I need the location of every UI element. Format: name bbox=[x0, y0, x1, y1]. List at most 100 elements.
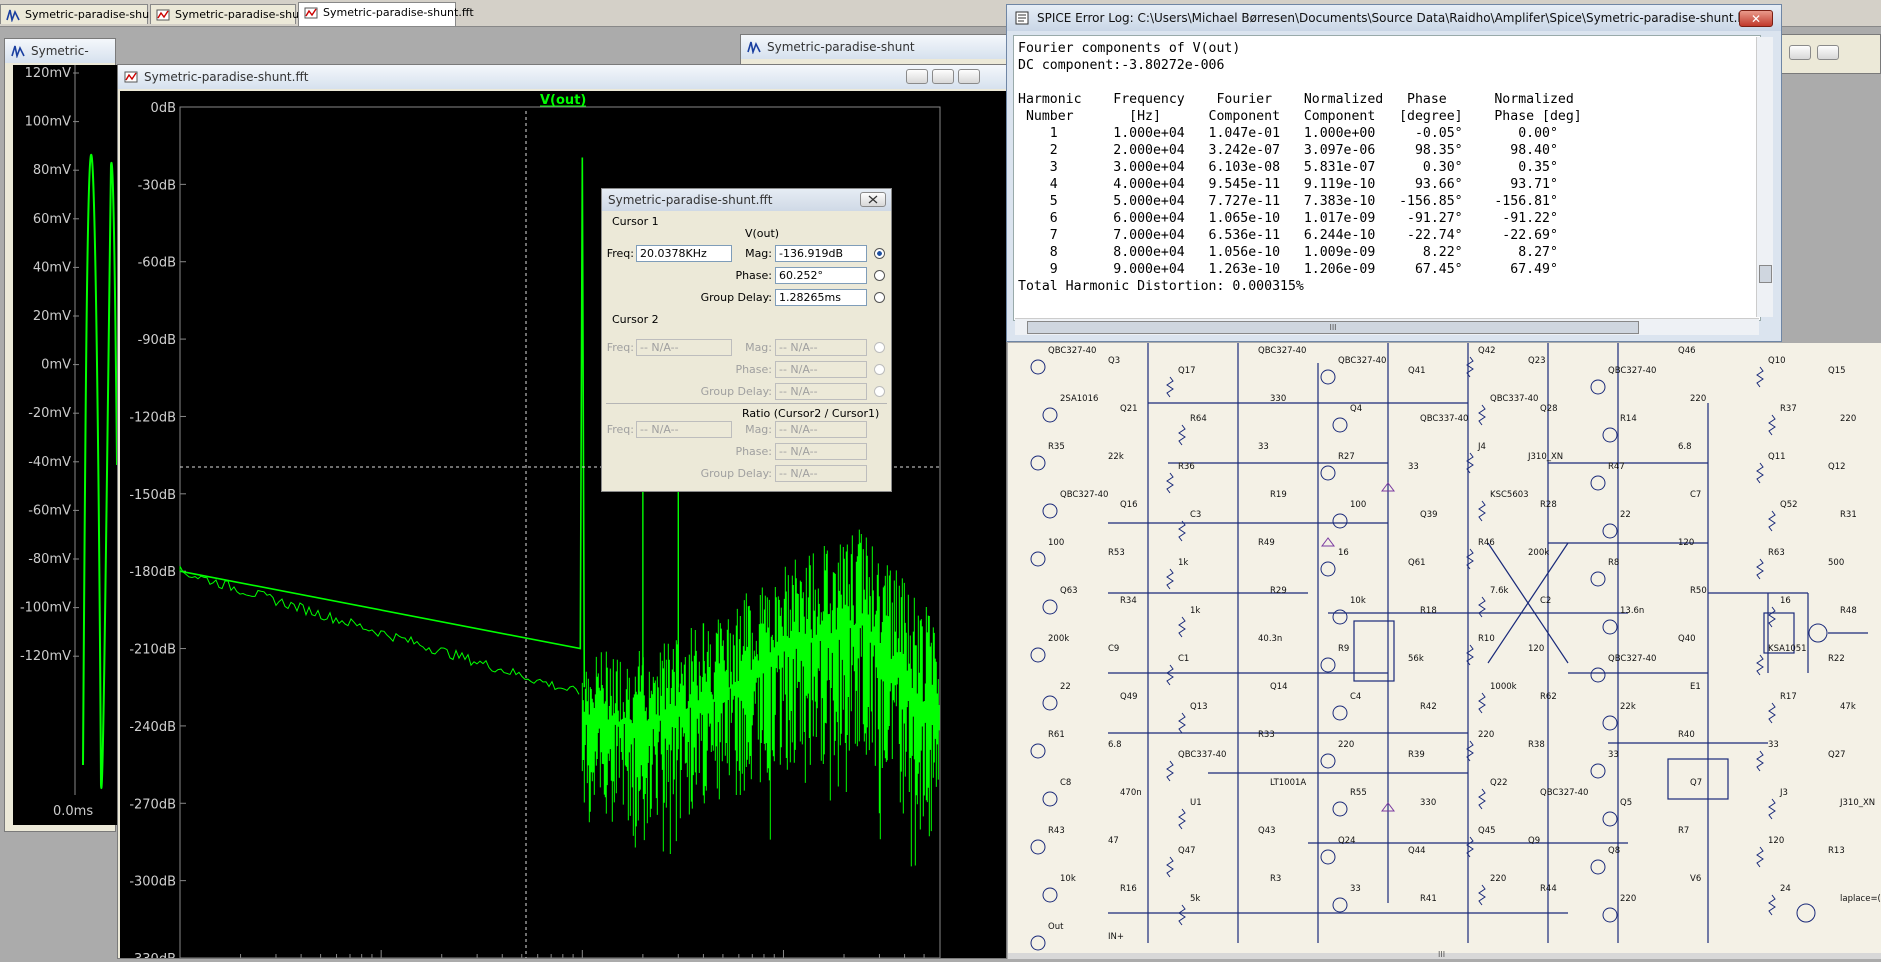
transistor-symbol[interactable] bbox=[1590, 475, 1606, 491]
cursor2-freq-field[interactable]: -- N/A-- bbox=[636, 339, 732, 356]
window-titlebar[interactable]: Symetric-paradise-shunt bbox=[741, 35, 1019, 59]
resistor-symbol[interactable] bbox=[1768, 798, 1776, 820]
transistor-symbol[interactable] bbox=[1030, 647, 1046, 663]
close-button[interactable] bbox=[958, 69, 980, 84]
transistor-symbol[interactable] bbox=[1030, 935, 1046, 951]
transistor-symbol[interactable] bbox=[1042, 887, 1058, 903]
transistor-symbol[interactable] bbox=[1320, 753, 1336, 769]
ratio-mag-field[interactable]: -- N/A-- bbox=[775, 421, 867, 438]
resistor-symbol[interactable] bbox=[1768, 702, 1776, 724]
resistor-symbol[interactable] bbox=[1166, 472, 1174, 494]
transistor-symbol[interactable] bbox=[1320, 465, 1336, 481]
cursor2-phase-field[interactable]: -- N/A-- bbox=[775, 361, 867, 378]
source-e1[interactable] bbox=[1808, 623, 1828, 643]
cursor1-phase-radio[interactable] bbox=[874, 270, 885, 281]
transistor-symbol[interactable] bbox=[1042, 407, 1058, 423]
transistor-symbol[interactable] bbox=[1590, 571, 1606, 587]
transistor-symbol[interactable] bbox=[1320, 369, 1336, 385]
ratio-phase-field[interactable]: -- N/A-- bbox=[775, 443, 867, 460]
resistor-symbol[interactable] bbox=[1756, 654, 1764, 676]
cursor-dialog[interactable]: Symetric-paradise-shunt.fft Cursor 1 V(o… bbox=[601, 188, 892, 492]
cursor1-freq-field[interactable]: 20.0378KHz bbox=[636, 245, 732, 262]
cursor1-gd-field[interactable]: 1.28265ms bbox=[775, 289, 867, 306]
tab-fft[interactable]: Symetric-paradise-shunt.fft bbox=[298, 2, 474, 26]
transistor-symbol[interactable] bbox=[1332, 513, 1348, 529]
resistor-symbol[interactable] bbox=[1478, 884, 1486, 906]
minimize-button[interactable] bbox=[906, 69, 928, 84]
cursor1-gd-radio[interactable] bbox=[874, 292, 885, 303]
cursor2-mag-radio[interactable] bbox=[874, 342, 885, 353]
cursor2-phase-radio[interactable] bbox=[874, 364, 885, 375]
resistor-symbol[interactable] bbox=[1478, 596, 1486, 618]
transistor-symbol[interactable] bbox=[1332, 609, 1348, 625]
resistor-symbol[interactable] bbox=[1166, 856, 1174, 878]
transistor-symbol[interactable] bbox=[1332, 897, 1348, 913]
transistor-symbol[interactable] bbox=[1042, 599, 1058, 615]
resistor-symbol[interactable] bbox=[1478, 692, 1486, 714]
maximize-button[interactable] bbox=[932, 69, 954, 84]
cursor2-mag-field[interactable]: -- N/A-- bbox=[775, 339, 867, 356]
scroll-thumb[interactable]: III bbox=[1027, 321, 1639, 334]
transistor-symbol[interactable] bbox=[1602, 619, 1618, 635]
transistor-symbol[interactable] bbox=[1602, 907, 1618, 923]
resistor-symbol[interactable] bbox=[1166, 376, 1174, 398]
minimize-button[interactable] bbox=[1789, 45, 1811, 60]
resistor-symbol[interactable] bbox=[1756, 462, 1764, 484]
resistor-symbol[interactable] bbox=[1178, 424, 1186, 446]
ratio-freq-field[interactable]: -- N/A-- bbox=[636, 421, 732, 438]
transient-window[interactable]: Symetric-paradise-shunt 120mV 100mV 80mV 60… bbox=[4, 38, 118, 832]
resistor-symbol[interactable] bbox=[1178, 616, 1186, 638]
resistor-symbol[interactable] bbox=[1166, 568, 1174, 590]
resistor-symbol[interactable] bbox=[1768, 606, 1776, 628]
resistor-symbol[interactable] bbox=[1478, 500, 1486, 522]
tab-schematic[interactable]: Symetric-paradise-shunt bbox=[150, 4, 310, 24]
resistor-symbol[interactable] bbox=[1756, 366, 1764, 388]
transistor-symbol[interactable] bbox=[1042, 791, 1058, 807]
log-text[interactable]: Fourier components of V(out) DC componen… bbox=[1013, 35, 1761, 321]
resistor-symbol[interactable] bbox=[1166, 760, 1174, 782]
resistor-symbol[interactable] bbox=[1756, 750, 1764, 772]
transistor-symbol[interactable] bbox=[1320, 849, 1336, 865]
transistor-symbol[interactable] bbox=[1030, 743, 1046, 759]
transient-plot[interactable]: 120mV 100mV 80mV 60mV 40mV 20mV 0mV -20mV -40mV -… bbox=[13, 65, 118, 825]
transistor-symbol[interactable] bbox=[1590, 859, 1606, 875]
transistor-symbol[interactable] bbox=[1332, 705, 1348, 721]
transistor-symbol[interactable] bbox=[1332, 417, 1348, 433]
resistor-symbol[interactable] bbox=[1768, 510, 1776, 532]
spice-error-log-window[interactable]: SPICE Error Log: C:\Users\Michael Børres… bbox=[1006, 4, 1782, 342]
schematic-hscroll[interactable]: III bbox=[1008, 950, 1881, 959]
transistor-symbol[interactable] bbox=[1602, 811, 1618, 827]
cursor1-phase-field[interactable]: 60.252° bbox=[775, 267, 867, 284]
window-titlebar[interactable]: Symetric-paradise-shunt.fft bbox=[118, 65, 1006, 89]
cursor2-gd-field[interactable]: -- N/A-- bbox=[775, 383, 867, 400]
transistor-symbol[interactable] bbox=[1030, 551, 1046, 567]
maximize-button[interactable] bbox=[1817, 45, 1839, 60]
ratio-gd-field[interactable]: -- N/A-- bbox=[775, 465, 867, 482]
resistor-symbol[interactable] bbox=[1166, 664, 1174, 686]
transistor-symbol[interactable] bbox=[1320, 561, 1336, 577]
scroll-thumb[interactable] bbox=[1759, 265, 1772, 283]
transistor-symbol[interactable] bbox=[1030, 455, 1046, 471]
cursor2-gd-radio[interactable] bbox=[874, 386, 885, 397]
transistor-symbol[interactable] bbox=[1042, 695, 1058, 711]
transistor-symbol[interactable] bbox=[1602, 523, 1618, 539]
schematic-canvas[interactable]: QBC327-40 Q3 Q17 QBC327-40 QBC327-40 Q41 Q42 Q2… bbox=[1008, 343, 1881, 959]
transistor-symbol[interactable] bbox=[1030, 359, 1046, 375]
transistor-symbol[interactable] bbox=[1602, 715, 1618, 731]
close-button[interactable]: ✕ bbox=[1739, 10, 1773, 27]
resistor-symbol[interactable] bbox=[1756, 558, 1764, 580]
close-button[interactable] bbox=[860, 192, 886, 207]
transistor-symbol[interactable] bbox=[1590, 667, 1606, 683]
transistor-symbol[interactable] bbox=[1602, 427, 1618, 443]
resistor-symbol[interactable] bbox=[1756, 846, 1764, 868]
resistor-symbol[interactable] bbox=[1178, 520, 1186, 542]
resistor-symbol[interactable] bbox=[1178, 712, 1186, 734]
tab-transient[interactable]: Symetric-paradise-shunt bbox=[0, 4, 160, 24]
transistor-symbol[interactable] bbox=[1590, 379, 1606, 395]
log-titlebar[interactable]: SPICE Error Log: C:\Users\Michael Børres… bbox=[1007, 5, 1781, 31]
resistor-symbol[interactable] bbox=[1768, 414, 1776, 436]
window-titlebar[interactable]: Symetric-paradise-shunt bbox=[5, 39, 115, 106]
voltage-source-v6[interactable] bbox=[1796, 903, 1816, 923]
cursor1-mag-field[interactable]: -136.919dB bbox=[775, 245, 867, 262]
cursor1-mag-radio[interactable] bbox=[874, 248, 885, 259]
